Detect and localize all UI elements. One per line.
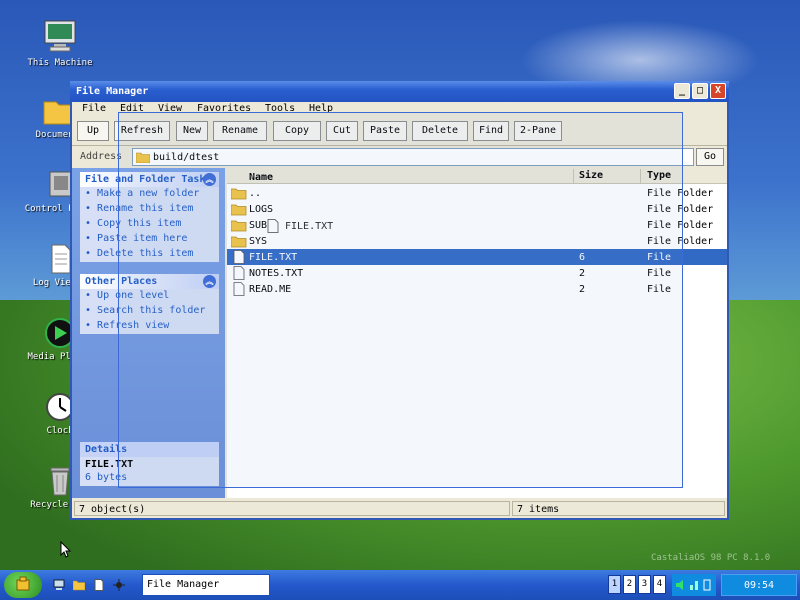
os-brand-watermark: CastaliaOS 98 PC 8.1.0: [651, 553, 771, 563]
virtual-desktop-4[interactable]: 4: [653, 575, 666, 594]
address-label: Address: [80, 151, 123, 162]
minimize-button[interactable]: _: [674, 83, 690, 99]
taskbar-task-file-manager[interactable]: File Manager: [142, 574, 270, 596]
taskbar: File Manager 1 2 3 4 09:54: [0, 570, 800, 600]
status-objects: 7 object(s): [74, 501, 510, 516]
status-bar: 7 object(s) 7 items: [72, 500, 727, 517]
document-icon[interactable]: [93, 579, 105, 591]
volume-icon[interactable]: [676, 579, 686, 591]
system-tray: [672, 574, 716, 596]
show-desktop-icon[interactable]: [53, 579, 65, 591]
battery-icon[interactable]: [702, 579, 712, 591]
settings-icon[interactable]: [113, 579, 125, 591]
virtual-desktop-1[interactable]: 1: [608, 575, 621, 594]
mouse-cursor-icon: [60, 541, 72, 558]
selection-rectangle: [118, 112, 683, 488]
close-button[interactable]: X: [710, 83, 726, 99]
window-title: File Manager: [76, 86, 149, 97]
desktop-icon-label: This Machine: [27, 58, 93, 68]
virtual-desktop-3[interactable]: 3: [638, 575, 651, 594]
folder-icon[interactable]: [73, 579, 85, 591]
status-items: 7 items: [512, 501, 725, 516]
start-logo-icon: [16, 576, 30, 591]
up-button[interactable]: Up: [77, 121, 109, 141]
monitor-icon: [44, 20, 76, 52]
title-bar[interactable]: File Manager _ □ X: [70, 81, 729, 102]
taskbar-clock[interactable]: 09:54: [721, 574, 797, 596]
start-button[interactable]: [4, 572, 42, 598]
virtual-desktop-2[interactable]: 2: [623, 575, 636, 594]
menu-file[interactable]: File: [82, 103, 106, 114]
desktop-icon-this-machine[interactable]: This Machine: [20, 18, 100, 68]
maximize-button[interactable]: □: [692, 83, 708, 99]
network-icon[interactable]: [689, 579, 699, 591]
go-button[interactable]: Go: [696, 148, 724, 166]
